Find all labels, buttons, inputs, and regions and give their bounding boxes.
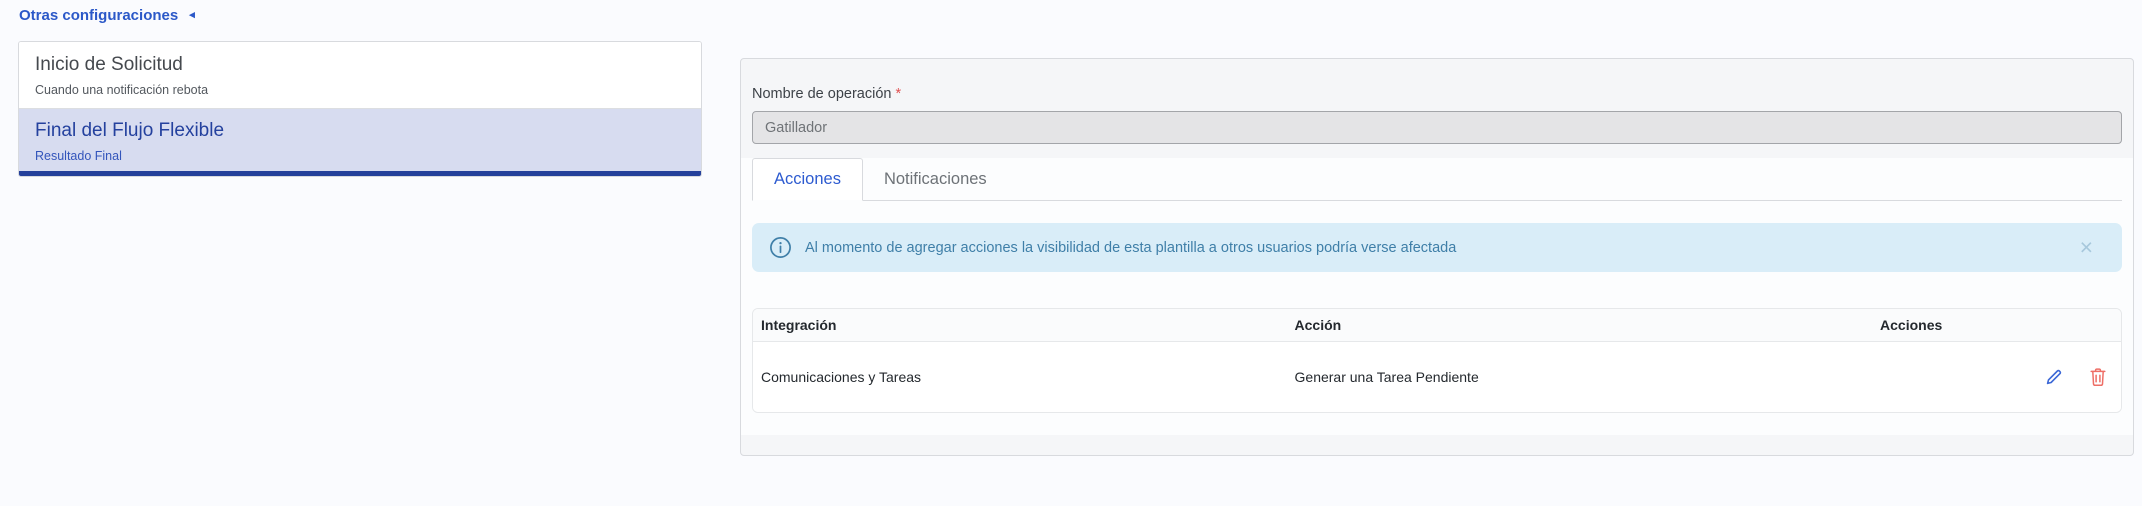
collapse-arrow-icon: ◂	[189, 8, 195, 23]
banner-close-icon[interactable]: ×	[2080, 236, 2093, 259]
table-row: Comunicaciones y Tareas Generar una Tare…	[753, 342, 2121, 413]
back-link-otras-configuraciones[interactable]: Otras configuraciones ◂	[19, 7, 195, 24]
info-circle-icon	[769, 236, 792, 259]
required-asterisk: *	[895, 86, 901, 102]
column-header-accion: Acción	[1287, 309, 1873, 342]
tab-bar: Acciones Notificaciones	[752, 158, 2122, 201]
list-item-final-del-flujo-flexible[interactable]: Final del Flujo Flexible Resultado Final	[19, 108, 701, 176]
table-header-row: Integración Acción Acciones	[753, 309, 2121, 342]
delete-trash-icon[interactable]	[2089, 367, 2107, 387]
cell-integration: Comunicaciones y Tareas	[753, 342, 1287, 413]
column-header-integracion: Integración	[753, 309, 1287, 342]
info-banner: Al momento de agregar acciones la visibi…	[752, 223, 2122, 272]
actions-table: Integración Acción Acciones Comunicacion…	[752, 308, 2122, 413]
page: { "header": { "back_label": "Otras confi…	[0, 0, 2142, 506]
list-item-title: Inicio de Solicitud	[35, 54, 685, 76]
cell-action: Generar una Tarea Pendiente	[1287, 342, 1873, 413]
cell-row-actions	[1872, 342, 2121, 413]
tab-label: Acciones	[774, 170, 841, 189]
list-item-subtitle: Cuando una notificación rebota	[35, 83, 685, 97]
operation-name-input[interactable]	[752, 111, 2122, 144]
tab-section: Acciones Notificaciones Al momento de ag…	[741, 158, 2133, 435]
operation-detail-panel: Nombre de operación* Acciones Notificaci…	[740, 58, 2134, 456]
edit-pencil-icon[interactable]	[2044, 367, 2064, 387]
back-link-label: Otras configuraciones	[19, 7, 178, 24]
operations-list: Inicio de Solicitud Cuando una notificac…	[18, 41, 702, 177]
list-item-subtitle: Resultado Final	[35, 149, 685, 163]
operation-name-label-text: Nombre de operación	[752, 86, 891, 102]
operation-name-label: Nombre de operación*	[752, 86, 2122, 102]
list-item-inicio-de-solicitud[interactable]: Inicio de Solicitud Cuando una notificac…	[19, 42, 701, 108]
tab-acciones[interactable]: Acciones	[752, 158, 863, 201]
list-item-title: Final del Flujo Flexible	[35, 120, 685, 142]
column-header-acciones: Acciones	[1872, 309, 2121, 342]
tab-notificaciones[interactable]: Notificaciones	[863, 158, 1008, 200]
tab-label: Notificaciones	[884, 170, 987, 189]
info-banner-message: Al momento de agregar acciones la visibi…	[805, 240, 1456, 256]
